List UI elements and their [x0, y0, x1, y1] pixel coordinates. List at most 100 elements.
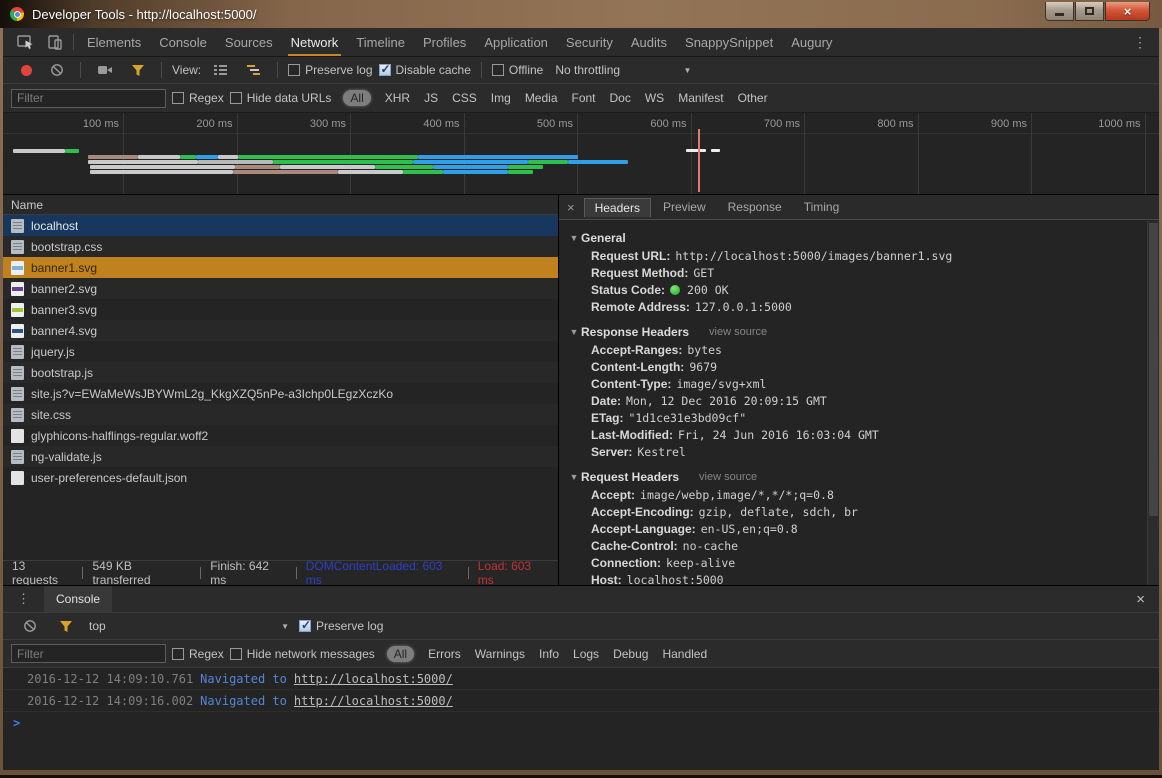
request-row[interactable]: site.js?v=EWaMeWsJBYWmL2g_KkgXZQ5nPe-a3I… — [3, 383, 558, 404]
section-header[interactable]: ▼General — [567, 228, 1141, 247]
network-filter-input[interactable] — [11, 89, 166, 108]
details-tab-timing[interactable]: Timing — [794, 198, 850, 216]
capture-screenshots-button[interactable] — [91, 64, 119, 76]
inspect-element-button[interactable] — [11, 28, 41, 56]
section-header[interactable]: ▼Request Headersview source — [567, 467, 1141, 486]
close-icon: × — [567, 200, 575, 215]
request-row[interactable]: bootstrap.css — [3, 236, 558, 257]
request-row[interactable]: banner1.svg — [3, 257, 558, 278]
disclosure-triangle-icon[interactable]: ▼ — [567, 327, 581, 337]
execution-context-dropdown[interactable]: top ▼ — [89, 619, 289, 633]
hide-network-messages-checkbox[interactable] — [230, 648, 242, 660]
resource-type-js[interactable]: JS — [424, 91, 438, 105]
preserve-log-checkbox[interactable] — [288, 64, 300, 76]
overview-area[interactable]: 100 ms200 ms300 ms400 ms500 ms600 ms700 … — [3, 113, 1159, 195]
tab-augury[interactable]: Augury — [782, 28, 841, 56]
view-list-button[interactable] — [207, 63, 234, 77]
record-button[interactable] — [15, 65, 38, 76]
preserve-log-label: Preserve log — [305, 63, 372, 77]
resource-type-css[interactable]: CSS — [452, 91, 477, 105]
console-level-logs[interactable]: Logs — [573, 647, 599, 661]
tab-snappysnippet[interactable]: SnappySnippet — [676, 28, 782, 56]
disclosure-triangle-icon[interactable]: ▼ — [567, 472, 581, 482]
resource-type-xhr[interactable]: XHR — [385, 91, 410, 105]
request-row[interactable]: localhost — [3, 215, 558, 236]
tab-application[interactable]: Application — [475, 28, 557, 56]
resource-type-font[interactable]: Font — [572, 91, 596, 105]
disable-cache-checkbox[interactable] — [379, 64, 391, 76]
request-row[interactable]: user-preferences-default.json — [3, 467, 558, 488]
console-level-warnings[interactable]: Warnings — [475, 647, 525, 661]
hide-data-urls-checkbox[interactable] — [230, 92, 242, 104]
tab-timeline[interactable]: Timeline — [347, 28, 414, 56]
request-row[interactable]: site.css — [3, 404, 558, 425]
console-level-handled[interactable]: Handled — [662, 647, 707, 661]
clear-button[interactable] — [44, 63, 70, 77]
tab-elements[interactable]: Elements — [78, 28, 150, 56]
device-icon — [47, 34, 63, 50]
console-prompt-row[interactable]: > — [3, 712, 1159, 734]
console-preserve-log-checkbox[interactable] — [299, 620, 311, 632]
resource-type-img[interactable]: Img — [491, 91, 511, 105]
timeline-tick-label: 200 ms — [196, 118, 236, 130]
request-row[interactable]: bootstrap.js — [3, 362, 558, 383]
scrollbar-thumb[interactable] — [1149, 223, 1158, 516]
resource-type-doc[interactable]: Doc — [610, 91, 631, 105]
request-row[interactable]: glyphicons-halflings-regular.woff2 — [3, 425, 558, 446]
console-level-info[interactable]: Info — [539, 647, 559, 661]
drawer-menu-button[interactable]: ⋮ — [3, 586, 44, 612]
tab-profiles[interactable]: Profiles — [414, 28, 475, 56]
section-header[interactable]: ▼Response Headersview source — [567, 322, 1141, 341]
table-header[interactable]: Name — [3, 195, 558, 215]
resource-type-media[interactable]: Media — [525, 91, 558, 105]
tab-console[interactable]: Console — [150, 28, 216, 56]
close-button[interactable]: × — [1105, 2, 1150, 21]
resource-type-ws[interactable]: WS — [645, 91, 664, 105]
details-close-button[interactable]: × — [559, 200, 583, 215]
details-tab-preview[interactable]: Preview — [653, 198, 716, 216]
view-source-link[interactable]: view source — [699, 471, 757, 483]
tab-sources[interactable]: Sources — [216, 28, 282, 56]
main-menu-button[interactable]: ⋮ — [1121, 28, 1159, 56]
tab-security[interactable]: Security — [557, 28, 622, 56]
request-row[interactable]: jquery.js — [3, 341, 558, 362]
request-row[interactable]: ng-validate.js — [3, 446, 558, 467]
console-level-all[interactable]: All — [387, 646, 414, 662]
headers-section: ▼GeneralRequest URL:http://localhost:500… — [567, 228, 1141, 315]
request-row[interactable]: banner4.svg — [3, 320, 558, 341]
tab-audits[interactable]: Audits — [622, 28, 676, 56]
section-title: General — [581, 231, 626, 245]
regex-checkbox[interactable] — [172, 92, 184, 104]
resource-type-other[interactable]: Other — [738, 91, 768, 105]
view-source-link[interactable]: view source — [709, 326, 767, 338]
request-row[interactable]: banner3.svg — [3, 299, 558, 320]
title-bar[interactable]: Developer Tools - http://localhost:5000/… — [0, 0, 1162, 28]
resource-type-manifest[interactable]: Manifest — [678, 91, 723, 105]
offline-checkbox[interactable] — [492, 64, 504, 76]
console-clear-button[interactable] — [17, 619, 43, 633]
network-filter-toggle-button[interactable] — [125, 64, 151, 77]
resource-type-all[interactable]: All — [343, 90, 370, 106]
details-tab-headers[interactable]: Headers — [584, 198, 651, 217]
details-tab-response[interactable]: Response — [718, 198, 792, 216]
throttling-dropdown[interactable]: No throttling ▼ — [549, 63, 697, 77]
log-link[interactable]: http://localhost:5000/ — [294, 694, 453, 708]
headers-section: ▼Request Headersview sourceAccept:image/… — [567, 467, 1141, 585]
console-filter-toggle-button[interactable] — [53, 620, 79, 633]
separator — [73, 34, 74, 50]
maximize-button[interactable] — [1075, 2, 1104, 21]
device-toolbar-button[interactable] — [41, 28, 69, 56]
console-close-button[interactable]: × — [1122, 586, 1159, 612]
console-regex-checkbox[interactable] — [172, 648, 184, 660]
disclosure-triangle-icon[interactable]: ▼ — [567, 233, 581, 243]
tab-network[interactable]: Network — [282, 28, 348, 56]
console-level-debug[interactable]: Debug — [613, 647, 648, 661]
console-filter-input[interactable] — [11, 644, 166, 663]
details-scrollbar[interactable] — [1147, 221, 1159, 585]
minimize-button[interactable] — [1045, 2, 1074, 21]
request-row[interactable]: banner2.svg — [3, 278, 558, 299]
view-waterfall-button[interactable] — [240, 63, 267, 77]
console-level-errors[interactable]: Errors — [428, 647, 461, 661]
log-link[interactable]: http://localhost:5000/ — [294, 672, 453, 686]
tab-console[interactable]: Console — [44, 586, 112, 612]
